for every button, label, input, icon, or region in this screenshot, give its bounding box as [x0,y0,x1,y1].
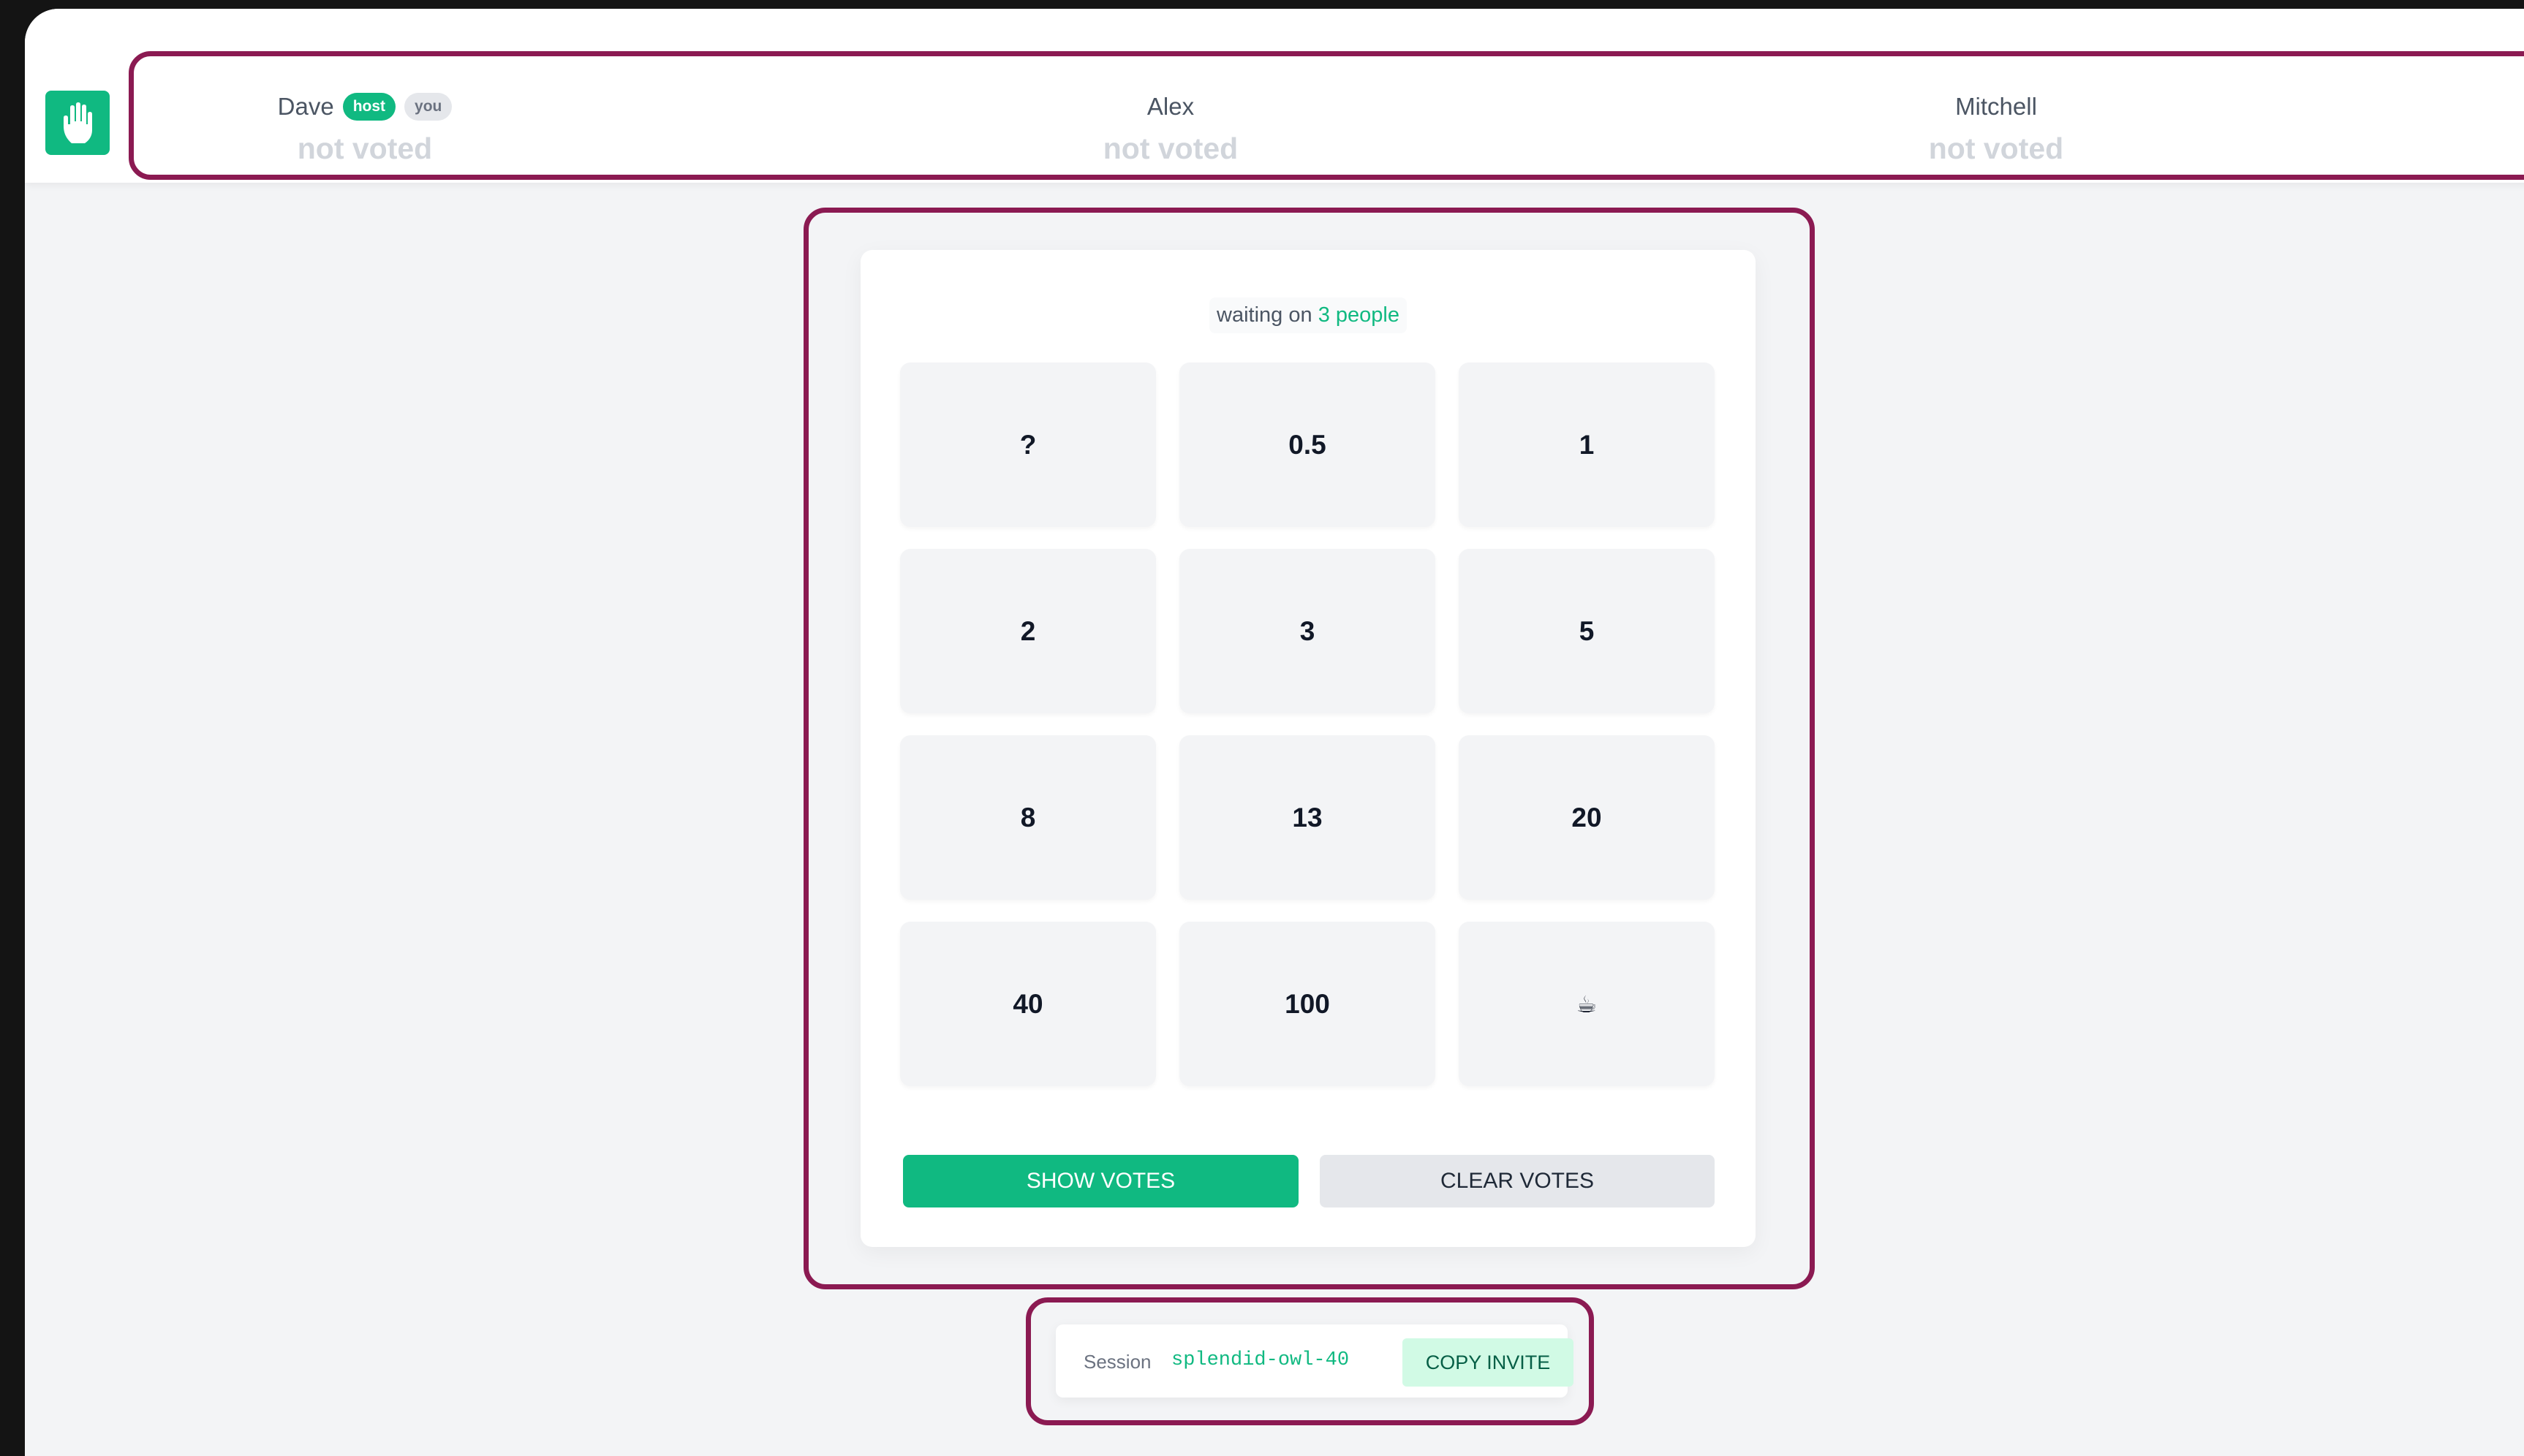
raised-hand-icon[interactable] [45,91,110,155]
voting-card-highlight-frame [804,208,1815,1289]
app-window: Dave host you not voted Alex not voted M… [25,9,2524,1456]
session-highlight-frame [1026,1297,1594,1425]
header-highlight-frame [129,51,2524,180]
